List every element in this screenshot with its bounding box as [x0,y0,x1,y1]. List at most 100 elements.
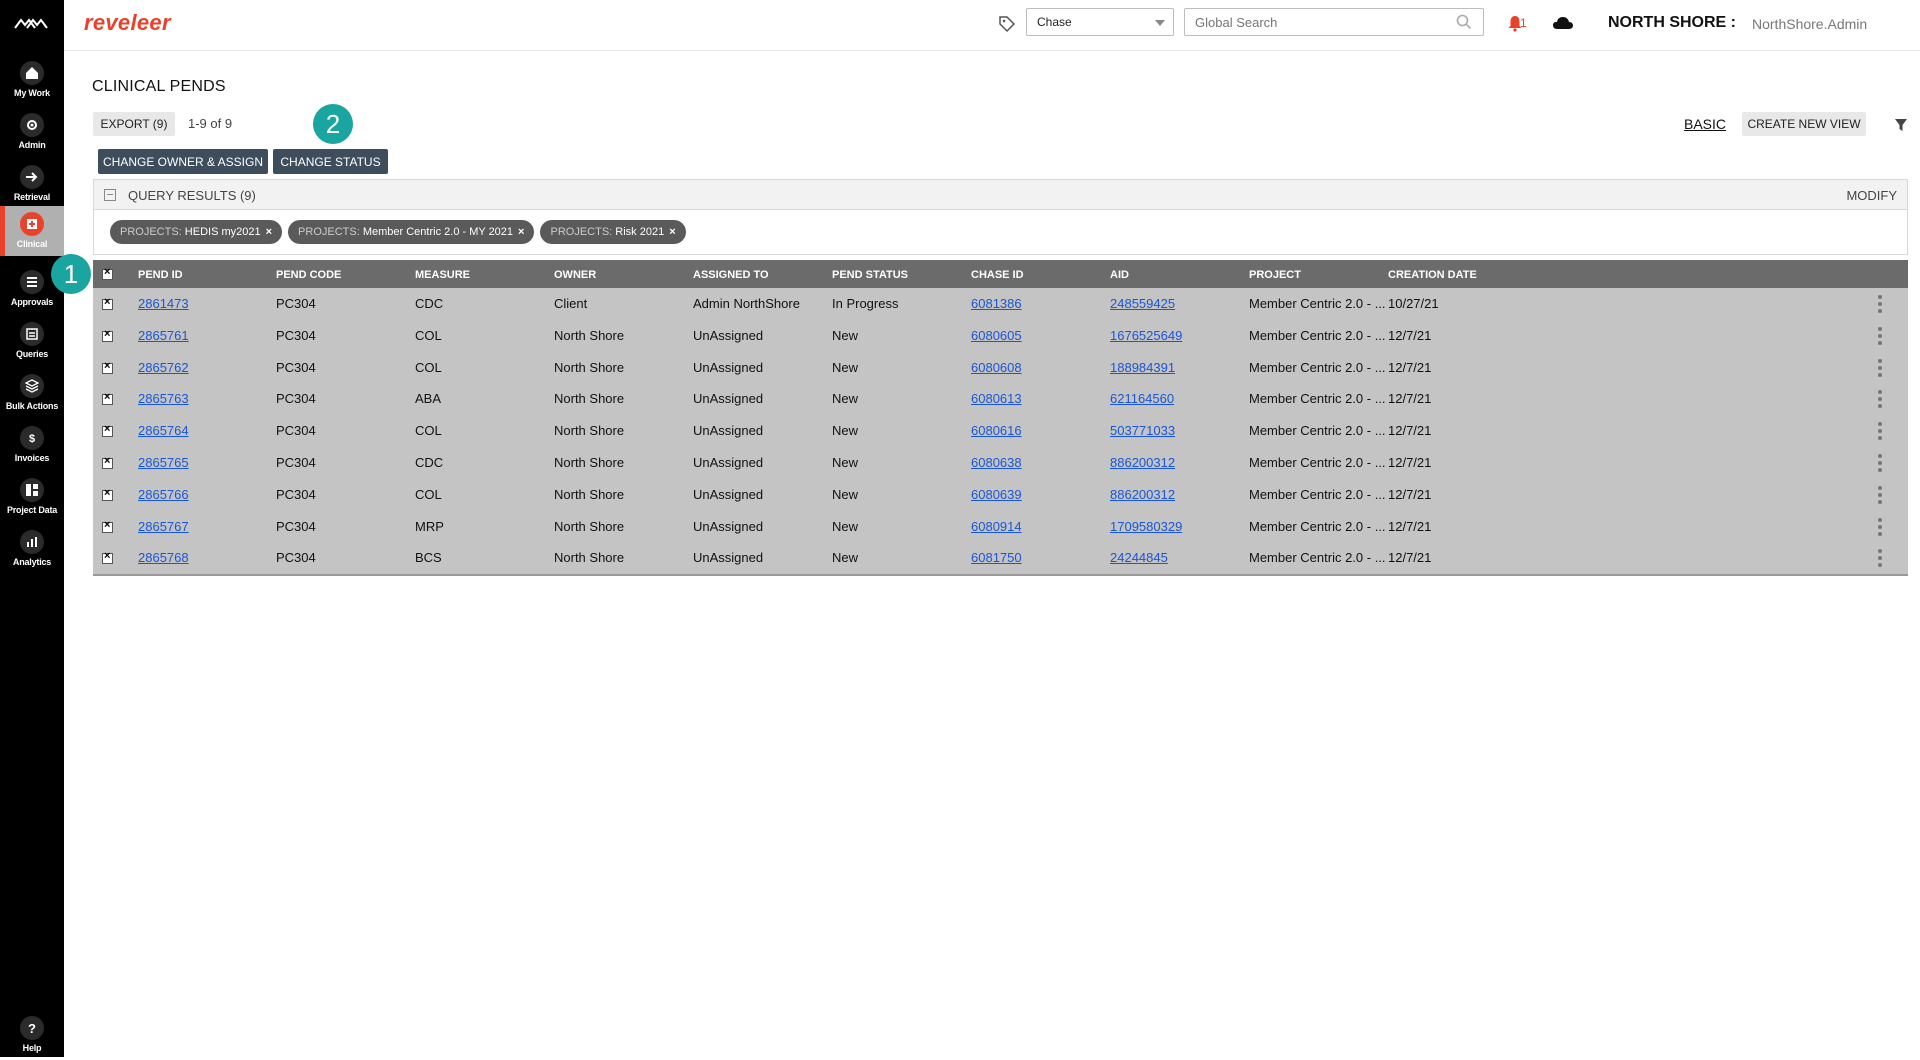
table-cell[interactable]: 2865761 [138,328,189,343]
cloud-icon[interactable] [1552,15,1574,31]
sidebar-item-bulk-actions[interactable]: Bulk Actions [0,368,64,418]
user-name[interactable]: NorthShore.Admin [1752,16,1867,32]
table-cell[interactable]: 621164560 [1110,391,1174,406]
query-results-header: QUERY RESULTS (9) MODIFY [94,180,1907,210]
table-cell[interactable]: 1676525649 [1110,328,1182,343]
basic-view-link[interactable]: BASIC [1684,116,1726,132]
table-cell[interactable]: 6081750 [971,550,1022,565]
table-cell[interactable]: 503771033 [1110,423,1175,438]
column-header[interactable]: CREATION DATE [1388,269,1477,281]
row-checkbox[interactable] [102,296,113,310]
table-cell[interactable]: 6080605 [971,328,1022,343]
column-header[interactable]: PEND STATUS [832,269,908,281]
more-options-icon[interactable] [1878,517,1882,536]
column-header[interactable]: PROJECT [1249,269,1301,281]
table-cell[interactable]: 2865763 [138,391,189,406]
column-header[interactable]: CHASE ID [971,269,1024,281]
table-cell[interactable]: 6080638 [971,455,1022,470]
export-button[interactable]: EXPORT (9) [93,112,175,136]
table-row[interactable]: 2865764 PC304 COL North Shore UnAssigned New 6… [93,415,1908,447]
row-checkbox[interactable] [102,487,113,501]
tag-icon[interactable] [998,15,1016,33]
more-options-icon[interactable] [1878,326,1882,345]
row-checkbox[interactable] [102,455,113,469]
sidebar-item-help[interactable]: ? Help [0,1010,64,1060]
sidebar-item-project-data[interactable]: Project Data [0,472,64,522]
table-cell[interactable]: 2865766 [138,487,189,502]
modify-button[interactable]: MODIFY [1846,188,1897,203]
table-cell[interactable]: 2865765 [138,455,189,470]
app-logo-icon[interactable] [13,14,51,34]
table-row[interactable]: 2865766 PC304 COL North Shore UnAssigned New 6… [93,479,1908,511]
table-row[interactable]: 2865762 PC304 COL North Shore UnAssigned New 6… [93,352,1908,384]
table-row[interactable]: 2865765 PC304 CDC North Shore UnAssigned New 6… [93,447,1908,479]
sidebar-item-queries[interactable]: Queries [0,316,64,366]
table-cell[interactable]: 2865762 [138,360,189,375]
table-cell[interactable]: 248559425 [1110,296,1175,311]
table-cell: PC304 [276,486,316,502]
query-results-title: QUERY RESULTS (9) [128,188,256,203]
sidebar-item-analytics[interactable]: Analytics [0,524,64,574]
table-row[interactable]: 2865767 PC304 MRP North Shore UnAssigned New 6… [93,511,1908,543]
more-options-icon[interactable] [1878,422,1882,441]
table-cell[interactable]: 188984391 [1110,360,1175,375]
sidebar-item-label: Admin [18,140,46,150]
row-checkbox[interactable] [102,550,113,565]
sidebar-item-retrieval[interactable]: Retrieval [0,159,64,209]
change-owner-assign-button[interactable]: CHANGE OWNER & ASSIGN [98,149,268,174]
select-all-checkbox[interactable] [102,266,113,280]
remove-filter-icon[interactable]: × [518,226,524,238]
column-header[interactable]: AID [1110,269,1129,281]
more-options-icon[interactable] [1878,390,1882,409]
collapse-toggle[interactable] [104,189,116,201]
sidebar-item-clinical[interactable]: Clinical [0,206,64,256]
change-status-button[interactable]: CHANGE STATUS [273,149,388,174]
table-cell[interactable]: 6081386 [971,296,1022,311]
table-cell[interactable]: 6080608 [971,360,1022,375]
table-cell[interactable]: 2861473 [138,296,189,311]
remove-filter-icon[interactable]: × [266,226,272,238]
brand-logo[interactable]: reveleer [84,10,171,36]
sidebar-item-my-work[interactable]: My Work [0,55,64,105]
table-row[interactable]: 2865768 PC304 BCS North Shore UnAssigned New 6… [93,542,1908,574]
table-row[interactable]: 2861473 PC304 CDC Client Admin NorthShore In … [93,288,1908,320]
sidebar-item-admin[interactable]: Admin [0,107,64,157]
table-cell[interactable]: 2865767 [138,519,189,534]
table-row[interactable]: 2865763 PC304 ABA North Shore UnAssigned New 6… [93,383,1908,415]
column-header[interactable]: MEASURE [415,269,470,281]
row-checkbox[interactable] [102,360,113,374]
table-cell[interactable]: 2865768 [138,550,189,565]
chevron-down-icon [1155,20,1165,26]
table-cell[interactable]: 1709580329 [1110,519,1182,534]
column-header[interactable]: ASSIGNED TO [693,269,769,281]
more-options-icon[interactable] [1878,295,1882,313]
remove-filter-icon[interactable]: × [669,226,675,238]
more-options-icon[interactable] [1878,358,1882,377]
row-checkbox[interactable] [102,423,113,438]
more-options-icon[interactable] [1878,549,1882,568]
sidebar-item-invoices[interactable]: $ Invoices [0,420,64,470]
table-cell: New [832,518,859,534]
create-new-view-button[interactable]: CREATE NEW VIEW [1742,112,1866,136]
table-cell[interactable]: 6080639 [971,487,1022,502]
table-cell[interactable]: 6080613 [971,391,1022,406]
column-header[interactable]: OWNER [554,269,596,281]
table-cell[interactable]: 886200312 [1110,455,1175,470]
table-cell[interactable]: 886200312 [1110,487,1175,502]
filter-icon[interactable] [1894,118,1908,132]
table-cell[interactable]: 2865764 [138,423,189,438]
more-options-icon[interactable] [1878,453,1882,472]
row-checkbox[interactable] [102,328,113,342]
column-header[interactable]: PEND ID [138,269,183,281]
global-search-input[interactable] [1184,8,1484,36]
table-cell[interactable]: 6080616 [971,423,1022,438]
search-type-select[interactable]: Chase [1026,8,1174,36]
row-checkbox[interactable] [102,391,113,406]
search-icon[interactable] [1456,14,1472,30]
table-row[interactable]: 2865761 PC304 COL North Shore UnAssigned New 6… [93,320,1908,352]
table-cell[interactable]: 24244845 [1110,550,1168,565]
more-options-icon[interactable] [1878,485,1882,504]
table-cell[interactable]: 6080914 [971,519,1022,534]
column-header[interactable]: PEND CODE [276,269,341,281]
row-checkbox[interactable] [102,519,113,533]
